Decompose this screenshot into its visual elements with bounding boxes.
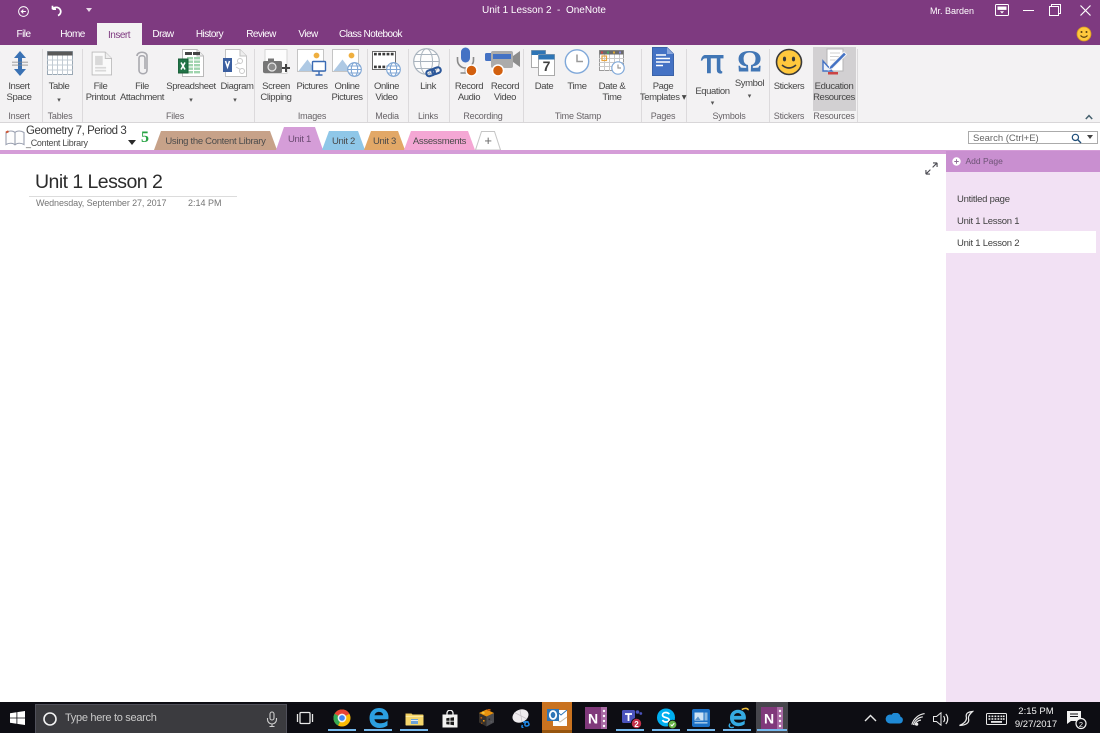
svg-text:7: 7: [543, 58, 551, 74]
svg-text:N: N: [764, 711, 774, 727]
svg-text:2: 2: [634, 720, 639, 729]
svg-text:2: 2: [1079, 720, 1083, 729]
svg-text:N: N: [588, 711, 598, 727]
